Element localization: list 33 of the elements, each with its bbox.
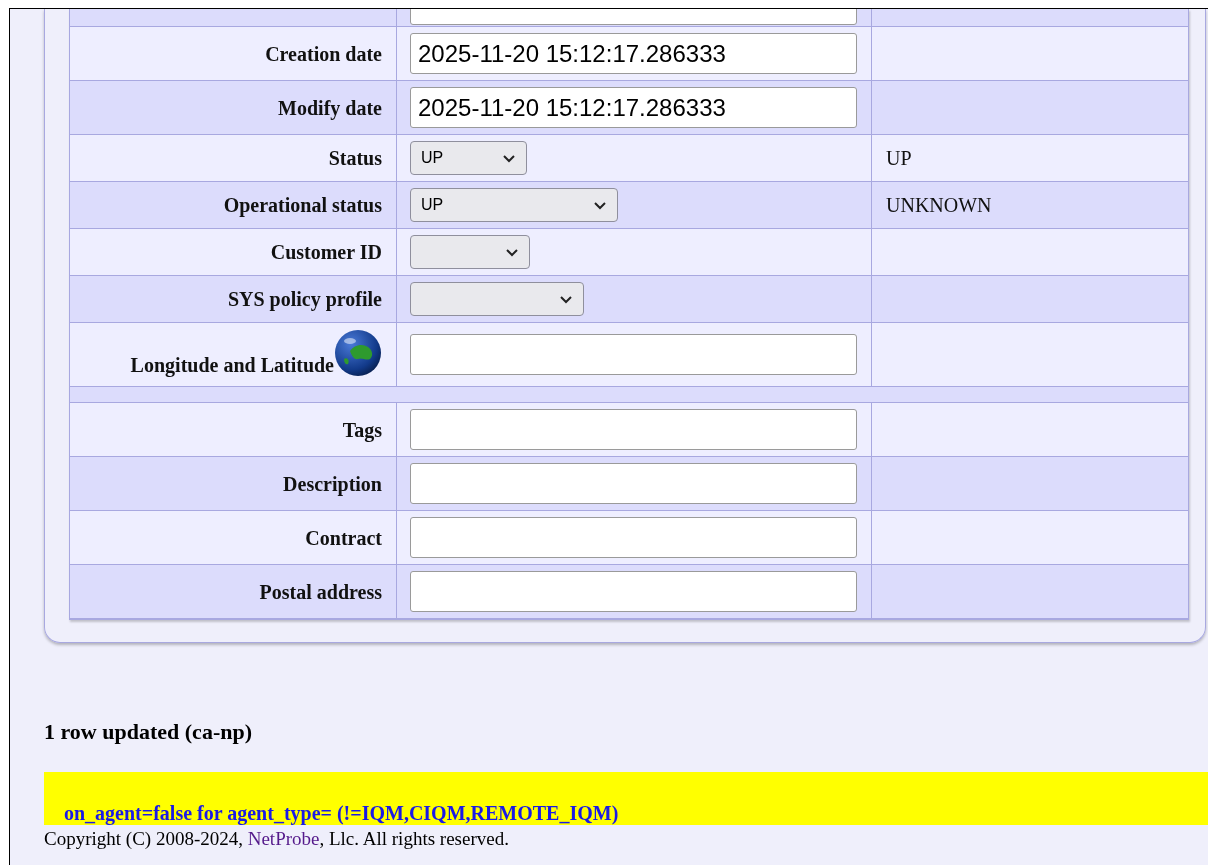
field-label: Operational status xyxy=(223,193,382,219)
copyright-text: Copyright (C) 2008-2024, NetProbe, Llc. All rights reserved. xyxy=(44,828,510,850)
result-message: 1 row updated (ca-np) xyxy=(44,718,253,746)
field-label: Contract xyxy=(305,525,382,551)
field-label: SYS policy profile xyxy=(227,287,382,313)
text-field[interactable] xyxy=(410,517,857,558)
field-label: Tags xyxy=(342,417,382,444)
chevron-down-icon xyxy=(502,153,516,163)
dropdown[interactable] xyxy=(410,235,530,269)
current-value: UNKNOWN xyxy=(886,193,992,218)
dropdown[interactable]: UP xyxy=(410,188,618,222)
field-label: Customer ID xyxy=(270,240,382,265)
chevron-down-icon xyxy=(559,294,573,304)
field-label: Creation date xyxy=(265,41,382,67)
field-label: Longitude and Latitude xyxy=(130,353,334,379)
text-field[interactable] xyxy=(410,571,857,612)
globe-icon xyxy=(334,329,382,377)
chevron-down-icon xyxy=(505,247,519,257)
current-value: UP xyxy=(886,146,912,171)
text-field[interactable] xyxy=(410,334,857,375)
warning-text: on_agent=false for agent_type= (!=IQM,CIQM,REMOTE_IQM) xyxy=(64,801,619,825)
field-label: Modify date xyxy=(278,95,382,122)
netprobe-link[interactable]: NetProbe xyxy=(247,828,320,849)
text-field[interactable] xyxy=(410,463,857,504)
dropdown[interactable]: UP xyxy=(410,141,527,175)
text-field[interactable]: 2025-11-20 15:12:17.286333 xyxy=(410,33,857,74)
field-label: Postal address xyxy=(259,579,382,605)
field-label: Description xyxy=(283,471,382,498)
dropdown[interactable] xyxy=(410,282,584,316)
chevron-down-icon xyxy=(593,200,607,210)
field-label: Status xyxy=(328,146,382,171)
text-field[interactable] xyxy=(410,409,857,450)
text-field[interactable]: 2025-11-20 15:12:17.286333 xyxy=(410,87,857,128)
